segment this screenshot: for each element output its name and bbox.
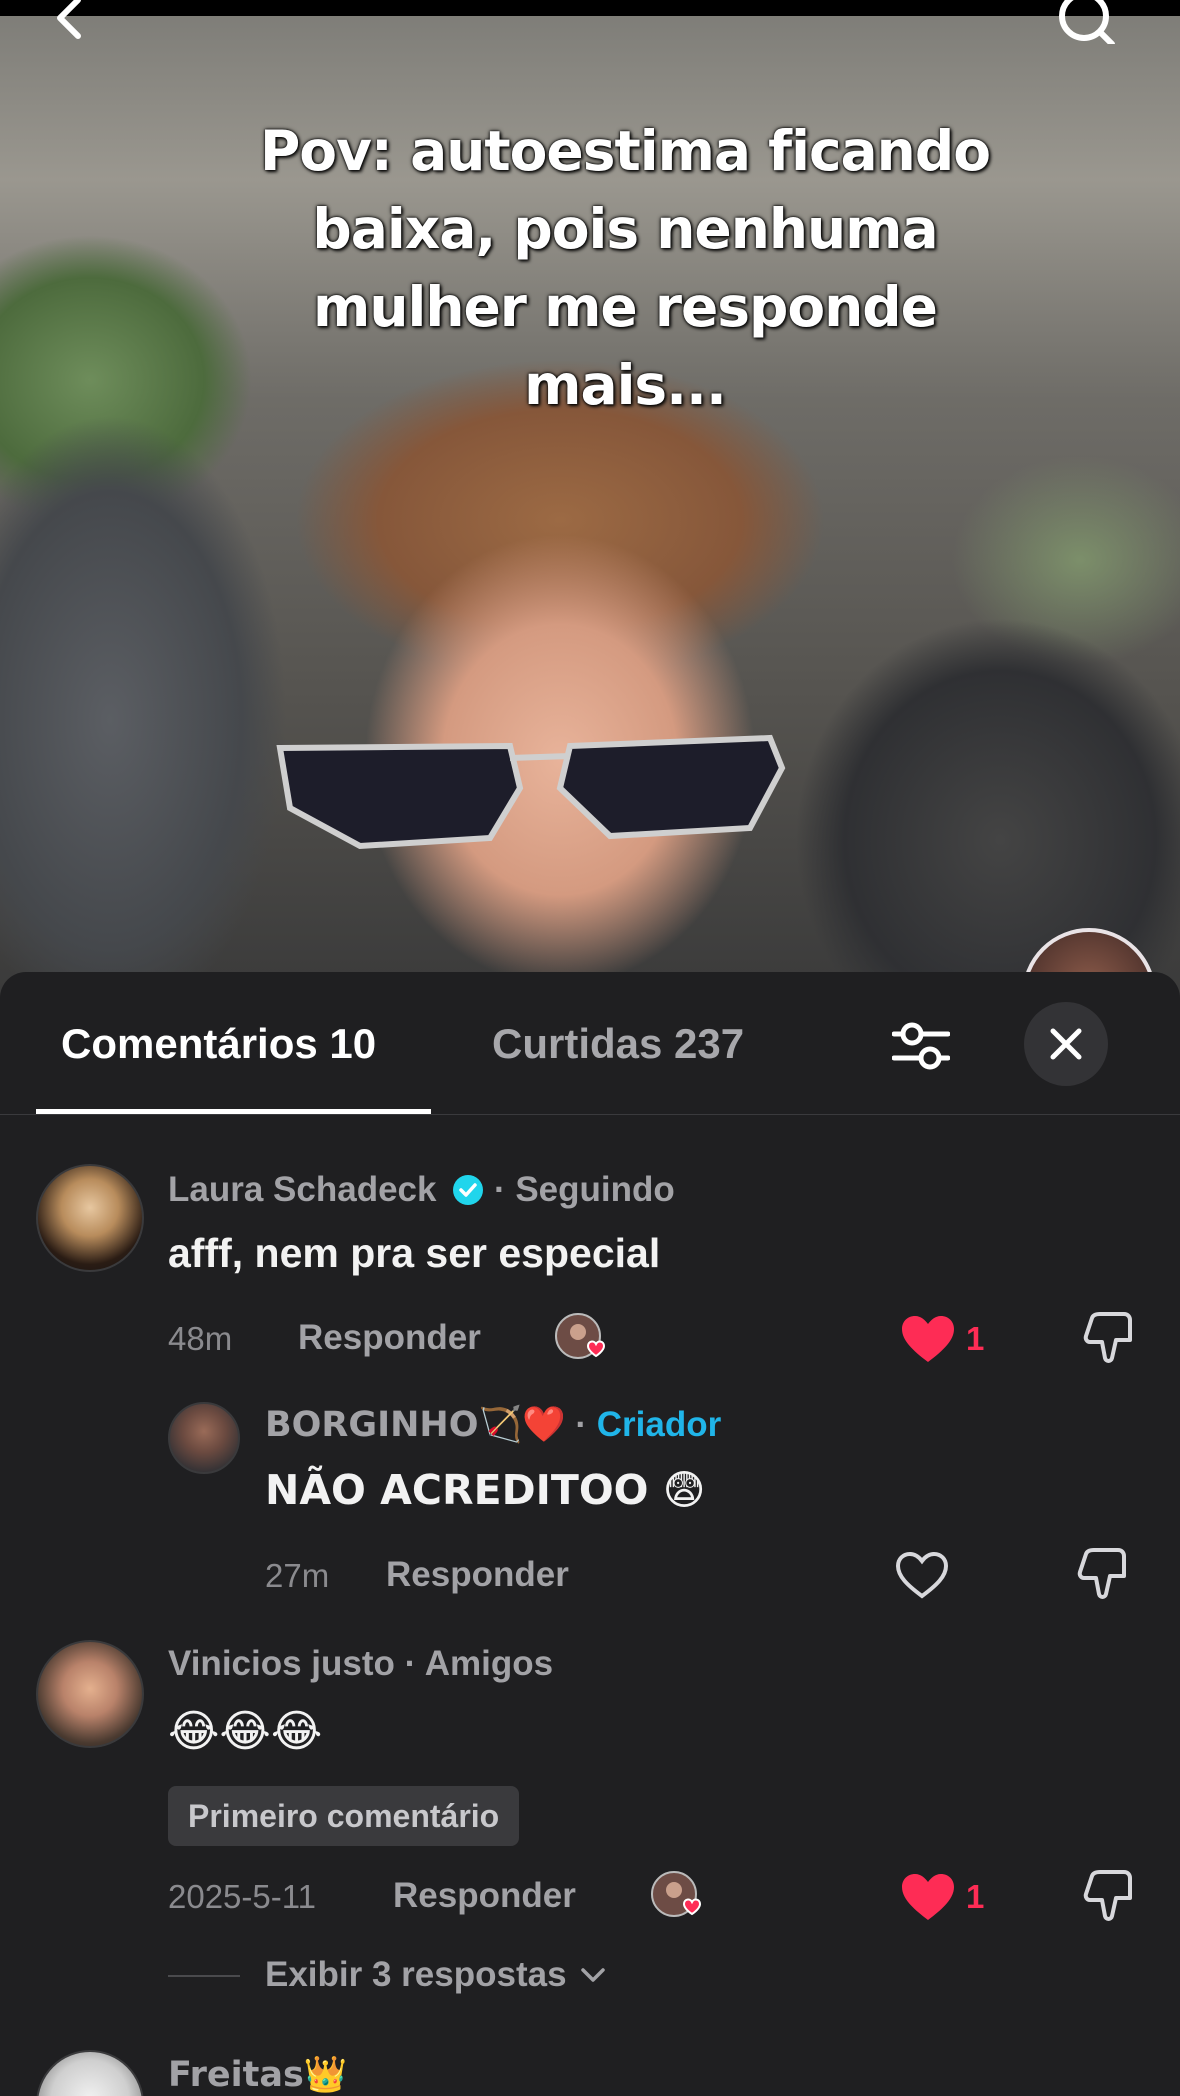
username-text[interactable]: BORGINHO🏹❤️ <box>265 1405 566 1445</box>
creator-liked-avatar-icon <box>651 1871 702 1917</box>
comment-text: NÃO ACREDITOO 😨 <box>265 1466 706 1514</box>
caption-line: mais... <box>524 353 727 417</box>
dislike-icon[interactable] <box>1080 1868 1136 1924</box>
relation-separator: · <box>575 1405 588 1444</box>
filter-sliders-icon[interactable] <box>892 1018 950 1074</box>
verified-icon <box>453 1175 484 1205</box>
like-count: 1 <box>966 1878 985 1915</box>
video-player[interactable]: Pov: autoestima ficando baixa, pois nenh… <box>0 0 1180 1000</box>
tab-comments[interactable]: Comentários 10 <box>61 1020 376 1068</box>
reply-button[interactable]: Responder <box>386 1555 569 1595</box>
like-count: 1 <box>966 1320 985 1357</box>
comment-time: 48m <box>168 1320 233 1357</box>
comment-username[interactable]: Laura Schadeck · Seguindo <box>168 1170 675 1210</box>
comment-time: 27m <box>265 1557 330 1594</box>
avatar[interactable] <box>36 1640 144 1748</box>
caption-line: baixa, pois nenhuma <box>312 197 938 261</box>
heart-icon[interactable] <box>900 1314 956 1364</box>
video-caption-overlay: Pov: autoestima ficando baixa, pois nenh… <box>180 112 1070 424</box>
comments-panel: Comentários 10 Curtidas 237 <box>0 972 1180 2096</box>
search-icon[interactable] <box>1050 0 1120 44</box>
tab-likes[interactable]: Curtidas 237 <box>492 1020 744 1068</box>
close-icon <box>1050 1028 1082 1060</box>
creator-badge: Criador <box>596 1405 722 1444</box>
sunglasses-shape <box>276 734 786 850</box>
relation-label: · Seguindo <box>493 1170 675 1209</box>
creator-liked-avatar-icon <box>555 1313 606 1359</box>
username-text[interactable]: Laura Schadeck <box>168 1170 436 1209</box>
reply-button[interactable]: Responder <box>393 1876 576 1916</box>
status-strip <box>0 0 1180 16</box>
relation-label: · Amigos <box>404 1644 554 1683</box>
comment-username[interactable]: Freitas👑 <box>168 2054 347 2095</box>
reply-button[interactable]: Responder <box>298 1318 481 1358</box>
chevron-down-icon <box>581 1968 606 1982</box>
dislike-icon[interactable] <box>1074 1546 1130 1602</box>
comment-text: 😂😂😂 <box>168 1706 323 1757</box>
view-replies-divider <box>168 1975 240 1977</box>
caption-line: Pov: autoestima ficando <box>259 119 991 183</box>
close-button[interactable] <box>1024 1002 1108 1086</box>
avatar[interactable] <box>168 1402 240 1474</box>
caption-line: mulher me responde <box>313 275 938 339</box>
first-comment-badge: Primeiro comentário <box>168 1786 520 1846</box>
comment-text: afff, nem pra ser especial <box>168 1230 661 1276</box>
dislike-icon[interactable] <box>1080 1310 1136 1366</box>
active-tab-indicator <box>36 1109 431 1114</box>
back-chevron-icon[interactable] <box>38 0 98 40</box>
comment-username[interactable]: BORGINHO🏹❤️ · Criador <box>265 1404 721 1445</box>
heart-icon[interactable] <box>900 1872 956 1922</box>
tab-bar: Comentários 10 Curtidas 237 <box>0 972 1180 1115</box>
view-replies-label[interactable]: Exibir 3 respostas <box>265 1955 567 1994</box>
heart-icon[interactable] <box>894 1550 950 1600</box>
comment-time: 2025-5-11 <box>168 1878 317 1915</box>
view-replies-button[interactable]: Exibir 3 respostas <box>265 1955 606 1995</box>
username-text[interactable]: Vinicios justo <box>168 1644 395 1683</box>
avatar[interactable] <box>36 1164 144 1272</box>
comment-username[interactable]: Vinicios justo · Amigos <box>168 1644 553 1684</box>
